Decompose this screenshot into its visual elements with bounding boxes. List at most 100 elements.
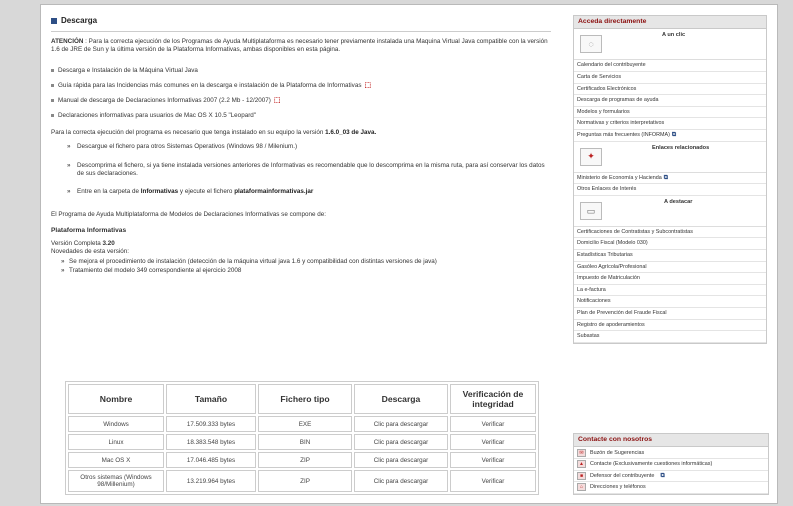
sidebar-link[interactable]: Calendario del contribuyente	[574, 60, 766, 72]
cell-nombre: Mac OS X	[68, 452, 164, 468]
highlight-icon: ▭	[580, 201, 602, 220]
download-link[interactable]: Clic para descargar	[354, 416, 448, 432]
link-java-install[interactable]: Descarga e Instalación de la Máquina Vir…	[51, 63, 551, 78]
contact-item[interactable]: ▲ Contacte (Exclusivamente cuestiones inf…	[574, 459, 768, 471]
enlaces-label: Enlaces relacionados	[652, 144, 710, 151]
download-link[interactable]: Clic para descargar	[354, 470, 448, 492]
download-link[interactable]: Clic para descargar	[354, 434, 448, 450]
col-header-descarga: Descarga	[354, 384, 448, 414]
enlaces-header: ✦ Enlaces relacionados	[574, 141, 766, 173]
contact-item-text[interactable]: Direcciones y teléfonos	[590, 484, 646, 490]
step-1-text: Descargue el fichero para otros Sistemas…	[77, 143, 298, 151]
requirement-version: 1.6.0_03 de Java.	[325, 128, 377, 136]
contacte-list: ✉ Buzón de Sugerencias ▲ Contacte (Exclusi…	[574, 447, 768, 494]
acceda-title: Acceda directamente	[574, 16, 766, 30]
link-mac-leopard-text[interactable]: Declaraciones informativas para usuarios…	[58, 112, 256, 119]
acceda-panel: Acceda directamente ◌ A un clic Calendar…	[573, 15, 767, 344]
sidebar-link[interactable]: Certificados Electrónicos	[574, 84, 766, 96]
cell-tamano: 17.509.333 bytes	[166, 416, 256, 432]
address-icon: ⌂	[577, 483, 586, 492]
table-row: Mac OS X 17.046.485 bytes ZIP Clic para …	[68, 452, 536, 468]
sidebar-link-text[interactable]: Preguntas más frecuentes (INFORMA)	[577, 132, 670, 138]
step-3-text-a: Entre en la carpeta de	[77, 188, 139, 196]
sidebar-link[interactable]: Gasóleo Agrícola/Profesional	[574, 262, 766, 274]
sidebar-link[interactable]: Carta de Servicios	[574, 72, 766, 84]
mouse-icon: ◌	[580, 35, 602, 54]
page-frame: Descarga ATENCIÓN : Para la correcta eje…	[40, 4, 778, 504]
verify-link[interactable]: Verificar	[450, 434, 536, 450]
link-manual[interactable]: Manual de descarga de Declaraciones Info…	[51, 93, 551, 108]
col-header-tamano: Tamaño	[166, 384, 256, 414]
contact-item-text[interactable]: Contacte (Exclusivamente cuestiones info…	[590, 461, 712, 467]
install-steps: Descargue el fichero para otros Sistemas…	[51, 143, 551, 197]
attention-label: ATENCIÓN	[51, 38, 84, 45]
link-quick-guide-text[interactable]: Guía rápida para las Incidencias más com…	[58, 82, 361, 89]
table-row: Windows 17.509.333 bytes EXE Clic para d…	[68, 416, 536, 432]
cell-nombre: Otros sistemas (Windows 98/Millenium)	[68, 470, 164, 492]
external-link-icon: ⧉	[663, 174, 669, 181]
sidebar-link[interactable]: Subastas	[574, 331, 766, 343]
cell-tipo: BIN	[258, 434, 352, 450]
external-link-icon: ⧉	[660, 472, 665, 479]
contact-item[interactable]: ✉ Buzón de Sugerencias	[574, 447, 768, 459]
program-intro: El Programa de Ayuda Multiplataforma de …	[51, 210, 326, 218]
download-link[interactable]: Clic para descargar	[354, 452, 448, 468]
sidebar-link[interactable]: Certificaciones de Contratistas y Subcon…	[574, 227, 766, 239]
step-item: Descomprima el fichero, si ya tiene inst…	[67, 162, 551, 179]
version-line: Versión Completa 3.20	[51, 240, 551, 248]
col-header-nombre: Nombre	[68, 384, 164, 414]
a-un-clic-header: ◌ A un clic	[574, 29, 766, 61]
a-un-clic-label: A un clic	[662, 32, 686, 39]
col-header-verificacion: Verificación de integridad	[450, 384, 536, 414]
contacte-panel: Contacte con nosotros ✉ Buzón de Sugerenc…	[573, 433, 769, 495]
contact-item[interactable]: ⌂ Direcciones y teléfonos	[574, 482, 768, 494]
sidebar-link[interactable]: Domicilio Fiscal (Modelo 030)	[574, 238, 766, 250]
cell-tamano: 17.046.485 bytes	[166, 452, 256, 468]
destacar-header: ▭ A destacar	[574, 195, 766, 227]
divider	[51, 31, 551, 32]
novedad-item: Tratamiento del modelo 349 correspondien…	[61, 267, 551, 276]
sidebar-link[interactable]: Modelos y formularios	[574, 107, 766, 119]
sidebar-link[interactable]: Ministerio de Economía y Hacienda ⧉	[574, 173, 766, 185]
program-info: El Programa de Ayuda Multiplataforma de …	[51, 210, 551, 276]
sidebar: Acceda directamente ◌ A un clic Calendar…	[573, 15, 769, 495]
verify-link[interactable]: Verificar	[450, 470, 536, 492]
sidebar-link[interactable]: Plan de Prevención del Fraude Fiscal	[574, 308, 766, 320]
defender-icon: ■	[577, 471, 586, 480]
sidebar-link[interactable]: Descarga de programas de ayuda	[574, 95, 766, 107]
sidebar-link[interactable]: Preguntas más frecuentes (INFORMA) ⧉	[574, 130, 766, 142]
step-3-text-b: y ejecute el fichero	[179, 188, 233, 196]
step-item: Descargue el fichero para otros Sistemas…	[67, 143, 551, 152]
section-title: Descarga	[51, 15, 551, 27]
cell-tipo: EXE	[258, 416, 352, 432]
java-requirement: Para la correcta ejecución del programa …	[51, 129, 551, 137]
sidebar-link[interactable]: Estadísticas Tributarias	[574, 250, 766, 262]
requirement-text: Para la correcta ejecución del programa …	[51, 128, 324, 136]
verify-link[interactable]: Verificar	[450, 452, 536, 468]
cell-tamano: 18.383.548 bytes	[166, 434, 256, 450]
sidebar-link[interactable]: Impuesto de Matriculación	[574, 273, 766, 285]
link-quick-guide[interactable]: Guía rápida para las Incidencias más com…	[51, 78, 551, 93]
verify-link[interactable]: Verificar	[450, 416, 536, 432]
a-un-clic-list: Calendario del contribuyente Carta de Se…	[574, 60, 766, 142]
contact-item-text[interactable]: Defensor del contribuyente	[590, 473, 654, 479]
sidebar-link[interactable]: Normativas y criterios interpretativos	[574, 118, 766, 130]
contact-item-text[interactable]: Buzón de Sugerencias	[590, 450, 644, 456]
link-java-install-text[interactable]: Descarga e Instalación de la Máquina Vir…	[58, 67, 198, 74]
cell-tipo: ZIP	[258, 470, 352, 492]
cell-nombre: Windows	[68, 416, 164, 432]
sidebar-link[interactable]: Notificaciones	[574, 296, 766, 308]
enlaces-list: Ministerio de Economía y Hacienda ⧉ Otros…	[574, 172, 766, 196]
sidebar-link[interactable]: La e-factura	[574, 285, 766, 297]
pdf-icon: ⬚	[273, 96, 281, 104]
link-manual-text[interactable]: Manual de descarga de Declaraciones Info…	[58, 97, 271, 104]
title-bullet-icon	[51, 18, 57, 24]
link-mac-leopard[interactable]: Declaraciones informativas para usuarios…	[51, 108, 551, 123]
sidebar-link[interactable]: Otros Enlaces de Interés	[574, 184, 766, 196]
contact-icon: ▲	[577, 460, 586, 469]
contact-item[interactable]: ■ Defensor del contribuyente ⧉	[574, 471, 768, 483]
sidebar-link-text[interactable]: Ministerio de Economía y Hacienda	[577, 175, 662, 181]
cell-tamano: 13.219.964 bytes	[166, 470, 256, 492]
sidebar-link[interactable]: Registro de apoderamientos	[574, 320, 766, 332]
col-header-tipo: Fichero tipo	[258, 384, 352, 414]
